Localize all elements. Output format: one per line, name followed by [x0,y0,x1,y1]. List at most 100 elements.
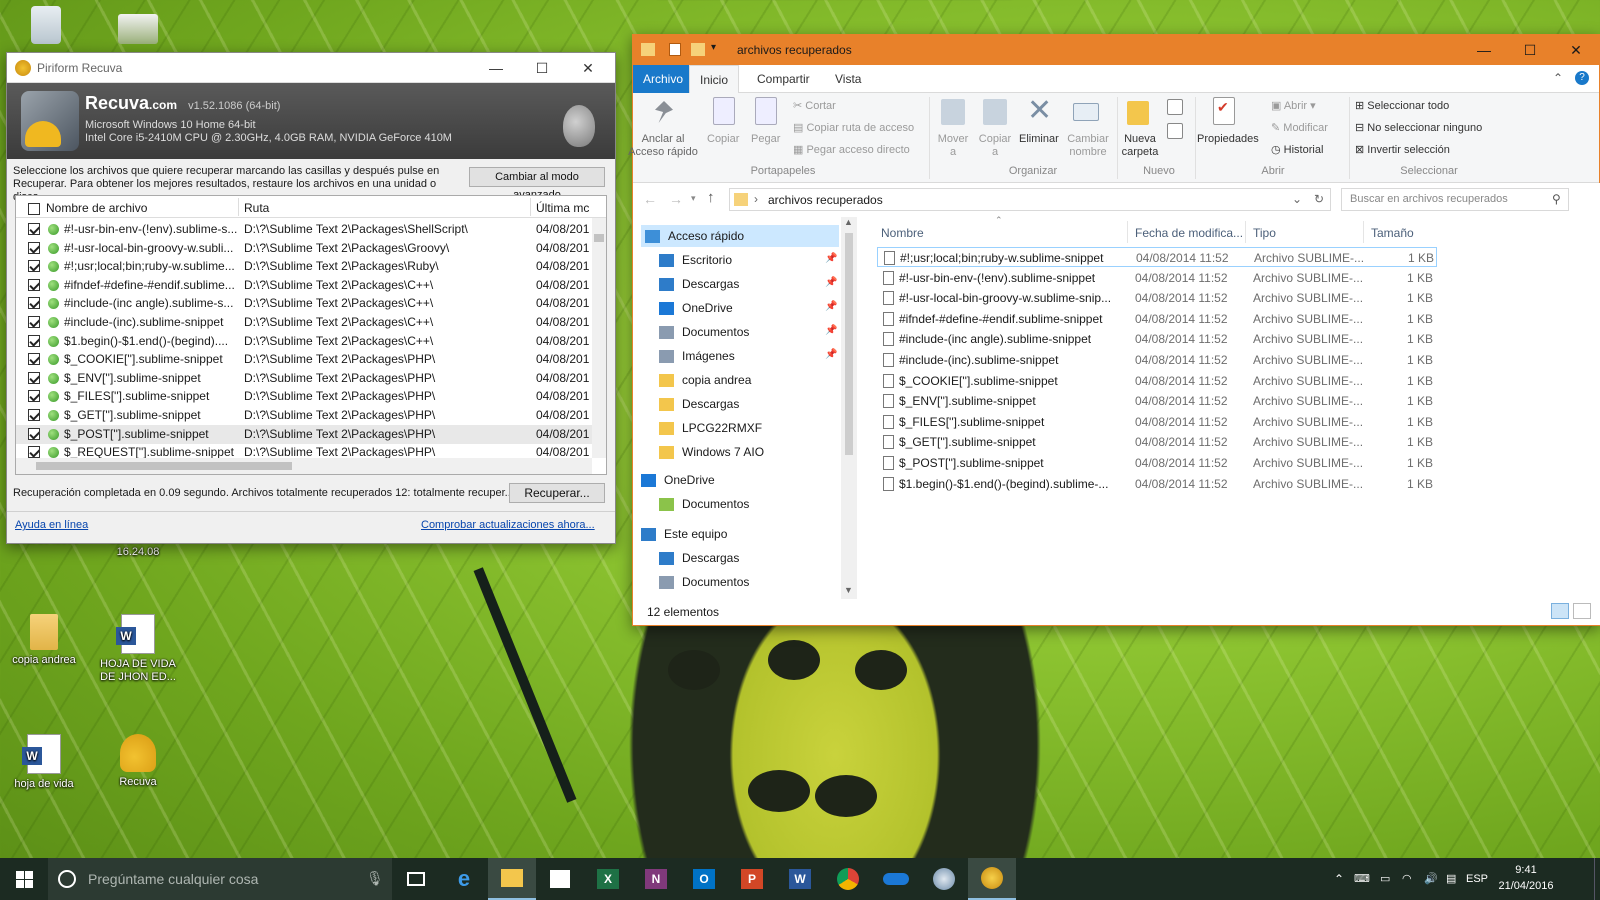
nav-item[interactable]: Documentos [659,493,749,515]
column-header-date[interactable]: Fecha de modifica... [1135,226,1243,240]
nav-item[interactable]: Windows 7 AIO [659,441,764,463]
desktop-icon-recuva[interactable]: Recuva [98,734,178,789]
taskbar-excel[interactable]: X [584,858,632,900]
nav-item[interactable]: Descargas [659,273,739,295]
taskbar-chrome[interactable] [824,858,872,900]
tab-vista[interactable]: Vista [825,65,871,93]
open-button[interactable]: ▣ Abrir ▾ [1271,99,1316,112]
list-item[interactable]: #!;usr;local;bin;ruby-w.sublime-snippet 0… [877,247,1437,267]
online-help-link[interactable]: Ayuda en línea [15,519,88,531]
tab-archivo[interactable]: Archivo [633,65,694,93]
row-checkbox[interactable] [28,223,40,235]
table-row[interactable]: #ifndef-#define-#endif.sublime... D:\?\Su… [16,276,606,295]
task-view-button[interactable] [392,858,440,900]
wifi-icon[interactable]: ◠ [1402,858,1412,900]
address-bar[interactable]: › archivos recuperados ⌄ ↻ [729,188,1331,211]
nav-item[interactable]: Escritorio [659,249,732,271]
column-header-name[interactable]: Nombre [881,226,924,240]
row-checkbox[interactable] [28,334,40,347]
edit-button[interactable]: ✎ Modificar [1271,121,1328,134]
cut-button[interactable]: ✂ Cortar [793,99,836,112]
quick-access-properties-icon[interactable] [669,43,681,56]
row-checkbox[interactable] [28,390,40,403]
select-all-checkbox[interactable] [28,202,40,215]
start-button[interactable] [0,858,48,900]
nav-item[interactable]: Descargas [659,547,739,569]
nav-item[interactable]: Documentos [659,321,749,343]
recuva-title-bar[interactable]: Piriform Recuva — ☐ ✕ [7,53,615,83]
taskbar-recuva[interactable] [968,858,1016,900]
check-updates-link[interactable]: Comprobar actualizaciones ahora... [421,519,595,531]
tab-compartir[interactable]: Compartir [747,65,820,93]
nav-item[interactable]: Acceso rápido [641,225,839,247]
list-item[interactable]: #!-usr-local-bin-groovy-w.sublime-snip..… [877,288,1437,308]
taskbar-file-explorer[interactable] [488,858,536,900]
show-desktop-button[interactable] [1594,858,1600,900]
list-item[interactable]: $_GET[''].sublime-snippet 04/08/2014 11:5… [877,432,1437,452]
column-header-name[interactable]: Nombre de archivo [46,201,147,215]
column-header-modified[interactable]: Última mc [536,201,589,215]
list-item[interactable]: #ifndef-#define-#endif.sublime-snippet 04… [877,309,1437,329]
minimize-button[interactable]: — [473,53,519,83]
search-box[interactable]: Buscar en archivos recuperados ⚲ [1341,188,1569,211]
volume-icon[interactable]: 🔊 [1424,858,1438,900]
list-item[interactable]: #include-(inc).sublime-snippet 04/08/2014… [877,350,1437,370]
nav-item[interactable]: OneDrive [659,297,733,319]
row-checkbox[interactable] [28,260,40,273]
history-button[interactable]: ◷ Historial [1271,143,1323,156]
address-dropdown-icon[interactable]: ⌄ [1292,192,1302,206]
table-row[interactable]: $_FILES[''].sublime-snippet D:\?\Sublime … [16,387,606,406]
nav-item[interactable]: Imágenes [659,345,735,367]
large-icons-view-icon[interactable] [1573,603,1591,619]
taskbar-powerpoint[interactable]: P [728,858,776,900]
row-checkbox[interactable] [28,446,40,459]
row-checkbox[interactable] [28,316,40,328]
new-folder-quick-icon[interactable] [691,43,705,56]
language-indicator[interactable]: ESP [1466,858,1488,900]
taskbar-app[interactable] [920,858,968,900]
input-method-icon[interactable]: ⌨ [1354,858,1370,900]
copy-path-button[interactable]: ▤ Copiar ruta de acceso [793,121,914,134]
table-row[interactable]: #include-(inc angle).sublime-s... D:\?\Su… [16,294,606,313]
paste-shortcut-button[interactable]: ▦ Pegar acceso directo [793,143,910,156]
advanced-mode-button[interactable]: Cambiar al modo avanzado [469,167,605,201]
clock[interactable]: 9:41 21/04/2016 [1496,862,1556,894]
nav-item[interactable]: Este equipo [641,523,727,545]
row-checkbox[interactable] [28,427,40,440]
column-header-type[interactable]: Tipo [1253,226,1276,240]
nav-item[interactable]: LPCG22RMXF [659,417,762,439]
nav-item[interactable]: OneDrive [641,469,715,491]
new-item-icon[interactable] [1167,99,1183,115]
table-row[interactable]: #!-usr-local-bin-groovy-w.subli... D:\?\S… [16,239,606,258]
desktop-icon-hoja-de-vida-jhon[interactable]: W HOJA DE VIDA DE JHON ED... [98,614,178,684]
taskbar-onedrive[interactable] [872,858,920,900]
list-item[interactable]: #include-(inc angle).sublime-snippet 04/0… [877,329,1437,349]
row-checkbox[interactable] [28,353,40,366]
table-row[interactable]: #!-usr-bin-env-(!env).sublime-s... D:\?\S… [16,220,606,239]
row-checkbox[interactable] [28,241,40,254]
desktop-icon-app[interactable] [98,14,178,48]
help-icon[interactable]: ? [1575,71,1589,85]
details-view-icon[interactable] [1551,603,1569,619]
list-item[interactable]: #!-usr-bin-env-(!env).sublime-snippet 04/… [877,268,1437,288]
table-row[interactable]: $_COOKIE[''].sublime-snippet D:\?\Sublime… [16,350,606,369]
refresh-icon[interactable]: ↻ [1314,192,1324,206]
nav-scrollbar[interactable]: ▲ ▼ [841,217,857,599]
explorer-title-bar[interactable]: ▾ archivos recuperados — ☐ ✕ [633,35,1599,65]
easy-access-icon[interactable] [1167,123,1183,139]
nav-item[interactable]: Descargas [659,393,739,415]
cortana-search-box[interactable]: Pregúntame cualquier cosa 🎙 [48,858,392,900]
close-button[interactable]: ✕ [1553,35,1599,65]
taskbar-word[interactable]: W [776,858,824,900]
desktop-icon-hoja-de-vida[interactable]: Whoja de vida [4,734,84,791]
select-none-button[interactable]: ⊟ No seleccionar ninguno [1355,121,1482,134]
taskbar-outlook[interactable]: O [680,858,728,900]
table-row[interactable]: #!;usr;local;bin;ruby-w.sublime... D:\?\S… [16,257,606,276]
list-item[interactable]: $_COOKIE[''].sublime-snippet 04/08/2014 1… [877,371,1437,391]
list-item[interactable]: $_ENV[''].sublime-snippet 04/08/2014 11:5… [877,391,1437,411]
invert-selection-button[interactable]: ⊠ Invertir selección [1355,143,1450,156]
nav-item[interactable]: copia andrea [659,369,751,391]
list-item[interactable]: $_FILES[''].sublime-snippet 04/08/2014 11… [877,412,1437,432]
taskbar-store[interactable] [536,858,584,900]
row-checkbox[interactable] [28,409,40,421]
